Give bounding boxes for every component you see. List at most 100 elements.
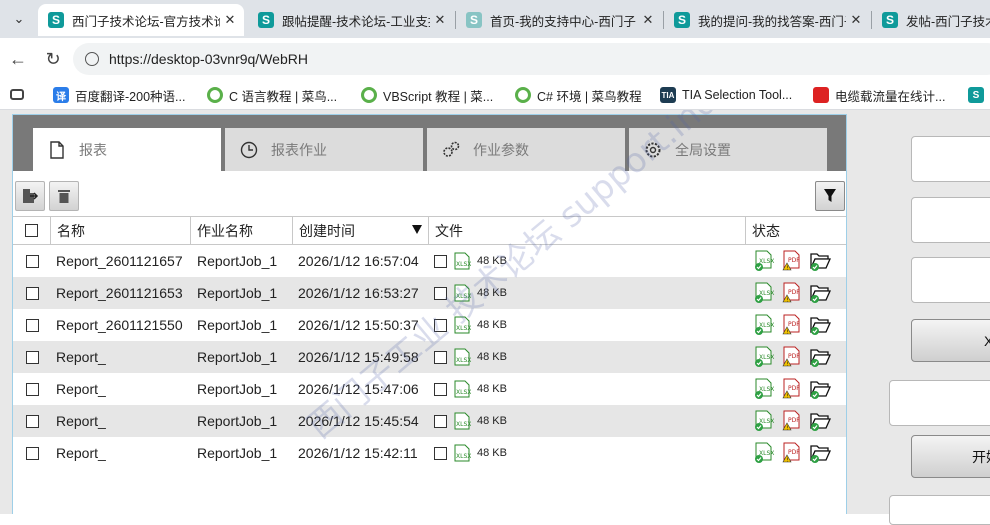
pdf-warning-icon[interactable]: PDF! (781, 410, 803, 432)
browser-tab-5[interactable]: S 发帖-西门子技术 (872, 4, 990, 36)
pdf-warning-icon[interactable]: PDF! (781, 282, 803, 304)
table-row[interactable]: Report_ ReportJob_1 2026/1/12 15:42:11 XLSX… (13, 437, 846, 469)
tab-search-button[interactable]: ⌄ (6, 6, 32, 32)
close-icon[interactable]: ✕ (220, 12, 240, 28)
button-label: X (984, 333, 990, 349)
bookmark-item[interactable]: VBScript 教程 | 菜... (361, 86, 493, 104)
column-header-job[interactable]: 作业名称 (191, 217, 293, 244)
back-button[interactable]: ← (6, 47, 30, 71)
browser-tab-3[interactable]: S 首页-我的支持中心-西门子（ ✕ (456, 4, 662, 36)
file-checkbox[interactable] (434, 446, 447, 460)
row-checkbox[interactable] (25, 318, 39, 332)
browser-tab-2[interactable]: S 跟帖提醒-技术论坛-工业支持 ✕ (248, 4, 454, 36)
row-checkbox[interactable] (25, 350, 39, 364)
right-field-3[interactable] (911, 257, 990, 303)
file-checkbox[interactable] (434, 254, 447, 268)
table-row[interactable]: Report_2601121653 ReportJob_1 2026/1/12 16… (13, 277, 846, 309)
delete-button[interactable] (49, 181, 79, 211)
folder-open-icon[interactable] (809, 250, 831, 272)
file-checkbox[interactable] (434, 286, 447, 300)
folder-open-icon[interactable] (809, 378, 831, 400)
tab-report-jobs[interactable]: 报表作业 (225, 128, 423, 171)
row-select-cell (13, 245, 51, 277)
bookmark-item[interactable]: 电缆载流量在线计... (813, 86, 945, 104)
file-cell: XLSX 48 KB (434, 373, 746, 405)
pdf-warning-icon[interactable]: PDF! (781, 378, 803, 400)
right-field-5[interactable] (889, 495, 990, 525)
export-button[interactable] (15, 181, 45, 211)
row-select-cell (13, 437, 51, 469)
reload-button[interactable]: ↻ (41, 47, 65, 71)
xlsx-file-icon[interactable]: XLSX (453, 284, 471, 302)
file-checkbox[interactable] (434, 414, 447, 428)
pdf-warning-icon[interactable]: PDF! (781, 442, 803, 464)
browser-tab-1[interactable]: S 西门子技术论坛-官方技术论坛 ✕ (38, 4, 244, 36)
folder-open-icon[interactable] (809, 442, 831, 464)
close-icon[interactable]: ✕ (846, 12, 866, 28)
pdf-warning-icon[interactable]: PDF! (781, 346, 803, 368)
file-checkbox[interactable] (434, 382, 447, 396)
column-header-file[interactable]: 文件 (429, 217, 746, 244)
right-field-4[interactable] (889, 380, 990, 426)
bookmark-item[interactable]: 译 百度翻译-200种语... (53, 86, 185, 104)
bookmark-item[interactable]: C 语言教程 | 菜鸟... (207, 86, 337, 104)
url-field[interactable]: https://desktop-03vnr9q/WebRH (73, 43, 990, 75)
xlsx-generated-icon[interactable]: XLSX (753, 410, 775, 432)
pdf-warning-icon[interactable]: PDF! (781, 314, 803, 336)
column-header-status[interactable]: 状态 (746, 217, 846, 244)
row-checkbox[interactable] (25, 414, 39, 428)
folder-open-icon[interactable] (809, 314, 831, 336)
right-field-1[interactable] (911, 136, 990, 182)
xlsx-generated-icon[interactable]: XLSX (753, 346, 775, 368)
close-icon[interactable]: ✕ (430, 12, 450, 28)
start-button[interactable]: 开始 (911, 435, 990, 478)
right-field-2[interactable] (911, 197, 990, 243)
xlsx-generated-icon[interactable]: XLSX (753, 378, 775, 400)
xlsx-generated-icon[interactable]: XLSX (753, 282, 775, 304)
folder-open-icon[interactable] (809, 282, 831, 304)
table-row[interactable]: Report_ ReportJob_1 2026/1/12 15:49:58 XLSX… (13, 341, 846, 373)
column-header-created[interactable]: 创建时间 (293, 217, 429, 244)
tab-job-params[interactable]: 作业参数 (427, 128, 625, 171)
bookmark-label: C# 环境 | 菜鸟教程 (537, 89, 642, 104)
file-checkbox[interactable] (434, 350, 447, 364)
file-checkbox[interactable] (434, 318, 447, 332)
right-action-button-1[interactable]: X (911, 319, 990, 362)
row-checkbox[interactable] (25, 254, 39, 268)
browser-tab-4[interactable]: S 我的提问-我的找答案-西门子 ✕ (664, 4, 870, 36)
row-checkbox[interactable] (25, 382, 39, 396)
select-all-checkbox[interactable] (25, 224, 38, 237)
tab-reports[interactable]: 报表 (33, 128, 221, 171)
folder-open-icon[interactable] (809, 346, 831, 368)
row-checkbox[interactable] (25, 446, 39, 460)
xlsx-generated-icon[interactable]: XLSX (753, 250, 775, 272)
bookmark-item[interactable]: TIA TIA Selection Tool... (660, 86, 792, 104)
filter-button[interactable] (815, 181, 845, 211)
xlsx-file-icon[interactable]: XLSX (453, 348, 471, 366)
table-row[interactable]: Report_2601121657 ReportJob_1 2026/1/12 16… (13, 245, 846, 277)
report-name: Report_ (56, 349, 106, 365)
created-time: 2026/1/12 15:42:11 (298, 445, 418, 461)
xlsx-generated-icon[interactable]: XLSX (753, 442, 775, 464)
xlsx-generated-icon[interactable]: XLSX (753, 314, 775, 336)
row-checkbox[interactable] (25, 286, 39, 300)
tab-global-settings[interactable]: 全局设置 (629, 128, 827, 171)
close-icon[interactable]: ✕ (638, 12, 658, 28)
xlsx-file-icon[interactable]: XLSX (453, 380, 471, 398)
svg-text:!: ! (786, 394, 788, 400)
row-select-cell (13, 309, 51, 341)
bookmark-item[interactable]: C# 环境 | 菜鸟教程 (515, 86, 642, 104)
site-info-icon[interactable] (85, 52, 99, 66)
apps-icon[interactable] (10, 89, 24, 100)
xlsx-file-icon[interactable]: XLSX (453, 252, 471, 270)
column-header-name[interactable]: 名称 (51, 217, 191, 244)
xlsx-file-icon[interactable]: XLSX (453, 316, 471, 334)
bookmark-item[interactable]: S (968, 86, 990, 104)
xlsx-file-icon[interactable]: XLSX (453, 444, 471, 462)
pdf-warning-icon[interactable]: PDF! (781, 250, 803, 272)
table-row[interactable]: Report_ ReportJob_1 2026/1/12 15:47:06 XLSX… (13, 373, 846, 405)
xlsx-file-icon[interactable]: XLSX (453, 412, 471, 430)
table-row[interactable]: Report_ ReportJob_1 2026/1/12 15:45:54 XLSX… (13, 405, 846, 437)
folder-open-icon[interactable] (809, 410, 831, 432)
table-row[interactable]: Report_2601121550 ReportJob_1 2026/1/12 15… (13, 309, 846, 341)
